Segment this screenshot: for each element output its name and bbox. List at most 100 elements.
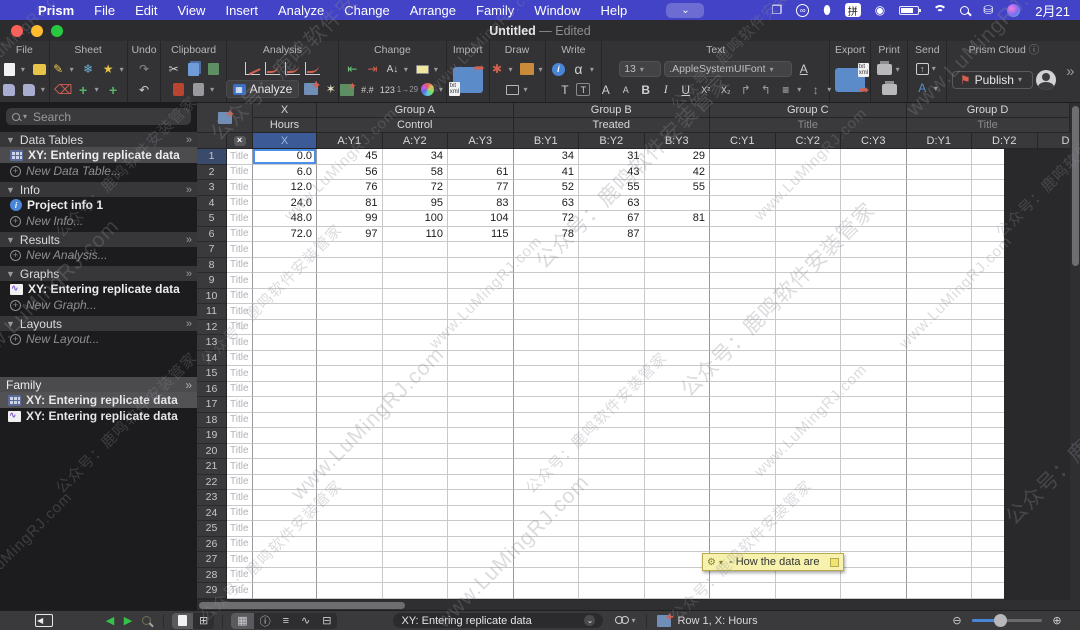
row-title-cell[interactable]: Title: [227, 195, 253, 211]
data-cell[interactable]: [972, 319, 1004, 335]
data-cell[interactable]: [710, 195, 776, 211]
italic-icon[interactable]: I: [657, 82, 674, 98]
data-cell[interactable]: [775, 428, 841, 444]
data-cell[interactable]: [841, 474, 907, 490]
data-cell[interactable]: [644, 521, 710, 537]
row-title-cell[interactable]: Title: [227, 474, 253, 490]
import-data-icon[interactable]: txt xml ➦: [448, 60, 485, 97]
menu-item-window[interactable]: Window: [524, 3, 590, 18]
data-cell[interactable]: [710, 428, 776, 444]
data-cell[interactable]: [448, 412, 514, 428]
data-cell[interactable]: [382, 257, 448, 273]
column-id-d-y1[interactable]: D:Y1: [906, 133, 972, 149]
data-cell[interactable]: [579, 304, 645, 320]
data-cell[interactable]: [972, 304, 1004, 320]
data-cell[interactable]: [253, 412, 317, 428]
data-cell[interactable]: [317, 381, 383, 397]
data-cell[interactable]: [841, 397, 907, 413]
print-icon[interactable]: [876, 60, 893, 77]
data-cell[interactable]: [841, 412, 907, 428]
data-cell[interactable]: [841, 319, 907, 335]
data-cell[interactable]: [906, 521, 972, 537]
data-cell[interactable]: 76: [317, 180, 383, 196]
data-cell[interactable]: [972, 490, 1004, 506]
account-avatar[interactable]: [1035, 69, 1056, 90]
data-cell[interactable]: [253, 273, 317, 289]
data-cell[interactable]: 41: [513, 164, 579, 180]
row-number[interactable]: 1: [197, 149, 227, 165]
zoom-slider-thumb[interactable]: [994, 614, 1007, 627]
zoom-slider[interactable]: [972, 614, 1042, 627]
duplicate-icon[interactable]: [205, 61, 222, 77]
data-cell[interactable]: [513, 397, 579, 413]
data-cell[interactable]: [382, 366, 448, 382]
row-number[interactable]: 25: [197, 521, 227, 537]
superscript-icon[interactable]: X²: [697, 82, 714, 98]
floating-note[interactable]: ⚙ ▾ - How the data are: [702, 553, 844, 571]
data-cell[interactable]: [710, 397, 776, 413]
row-number[interactable]: 19: [197, 428, 227, 444]
data-cell[interactable]: [841, 459, 907, 475]
data-cell[interactable]: [972, 474, 1004, 490]
transform-icon[interactable]: 1→29: [397, 82, 418, 98]
linear-regression-icon[interactable]: [244, 61, 261, 77]
data-cell[interactable]: [382, 335, 448, 351]
sidebar-item[interactable]: i Project info 1: [0, 197, 197, 213]
data-cell[interactable]: [253, 350, 317, 366]
data-cell[interactable]: [841, 164, 907, 180]
results-nav-icon[interactable]: ≡: [277, 613, 295, 629]
menu-item-prism[interactable]: Prism: [28, 3, 84, 18]
data-cell[interactable]: [579, 428, 645, 444]
row-number[interactable]: 9: [197, 273, 227, 289]
section-expand-icon[interactable]: »: [186, 184, 192, 196]
data-cell[interactable]: [906, 567, 972, 583]
data-cell[interactable]: [644, 583, 710, 599]
data-cell[interactable]: [382, 428, 448, 444]
data-cell[interactable]: [579, 319, 645, 335]
data-cell[interactable]: [513, 459, 579, 475]
sidebar-item[interactable]: + New Data Table...: [0, 163, 197, 179]
data-cell[interactable]: [841, 242, 907, 258]
data-cell[interactable]: [972, 335, 1004, 351]
data-cell[interactable]: [710, 273, 776, 289]
data-cell[interactable]: 83: [448, 195, 514, 211]
row-number[interactable]: 6: [197, 226, 227, 242]
data-cell[interactable]: [448, 567, 514, 583]
sidebar-section-layouts[interactable]: ▼ Layouts»: [0, 316, 197, 331]
row-number[interactable]: 5: [197, 211, 227, 227]
data-cell[interactable]: [253, 397, 317, 413]
data-cell[interactable]: [906, 536, 972, 552]
data-cell[interactable]: [448, 366, 514, 382]
data-cell[interactable]: [382, 474, 448, 490]
data-cell[interactable]: [906, 381, 972, 397]
fill-color-icon[interactable]: [414, 61, 431, 77]
highlight-sheet-icon[interactable]: ★: [100, 61, 117, 77]
group-header-group-b[interactable]: Group B: [513, 103, 710, 118]
vertical-scrollbar[interactable]: [1070, 103, 1080, 610]
number-format-icon[interactable]: 123: [379, 82, 396, 98]
data-cell[interactable]: [644, 335, 710, 351]
note-resize-handle[interactable]: [830, 557, 839, 567]
row-title-cell[interactable]: Title: [227, 304, 253, 320]
rotate-text-up-icon[interactable]: ↱: [737, 82, 754, 98]
data-cell[interactable]: [841, 583, 907, 599]
data-cell[interactable]: [382, 273, 448, 289]
section-expand-icon[interactable]: »: [186, 268, 192, 280]
data-cell[interactable]: [710, 335, 776, 351]
row-title-cell[interactable]: Title: [227, 335, 253, 351]
data-cell[interactable]: [972, 412, 1004, 428]
data-cell[interactable]: [253, 552, 317, 568]
data-cell[interactable]: 45: [317, 149, 383, 165]
data-cell[interactable]: [775, 505, 841, 521]
data-cell[interactable]: [317, 505, 383, 521]
data-cell[interactable]: [841, 304, 907, 320]
row-number[interactable]: 11: [197, 304, 227, 320]
data-cell[interactable]: [317, 521, 383, 537]
data-cell[interactable]: 34: [382, 149, 448, 165]
data-cell[interactable]: [710, 412, 776, 428]
row-title-cell[interactable]: Title: [227, 381, 253, 397]
data-cell[interactable]: [775, 226, 841, 242]
data-cell[interactable]: [448, 273, 514, 289]
data-cell[interactable]: [253, 490, 317, 506]
color-wheel-icon[interactable]: [419, 82, 436, 98]
